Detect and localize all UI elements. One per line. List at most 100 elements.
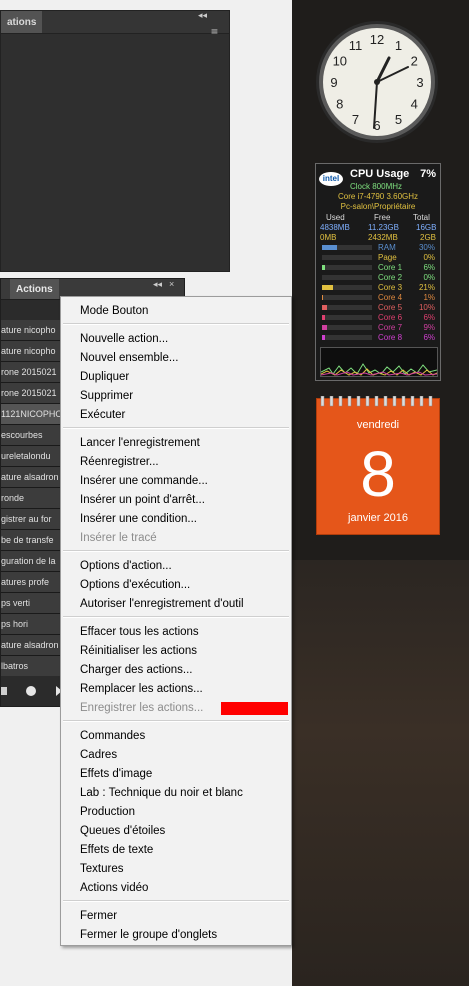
menu-item-lancer-enregistrement[interactable]: Lancer l'enregistrement <box>80 435 200 451</box>
actions-list-item[interactable]: ps verti <box>1 593 61 614</box>
meter-label: Core 1 <box>378 263 403 272</box>
actions-list-item[interactable]: lbatros <box>1 656 61 677</box>
meter-bar <box>322 265 372 270</box>
menu-item-supprimer[interactable]: Supprimer <box>80 388 133 404</box>
cpu-clock: Clock 800MHz <box>350 182 403 191</box>
collapse-icon[interactable]: ◂◂ <box>198 10 207 21</box>
menu-item-enregistrer-actions: Enregistrer les actions... <box>80 702 204 714</box>
menu-separator <box>63 550 289 552</box>
menu-item-effacer-actions[interactable]: Effacer tous les actions <box>80 624 199 640</box>
menu-item-reinitialiser-actions[interactable]: Réinitialiser les actions <box>80 643 197 659</box>
meter-bar <box>322 325 372 330</box>
menu-item-commandes[interactable]: Commandes <box>80 728 145 744</box>
stop-icon[interactable] <box>1 687 7 695</box>
menu-item-charger-actions[interactable]: Charger des actions... <box>80 662 193 678</box>
menu-item-inserer-commande[interactable]: Insérer une commande... <box>80 473 208 489</box>
actions-list-item[interactable]: ature alsadron <box>1 635 61 656</box>
menu-item-queues-etoiles[interactable]: Queues d'étoiles <box>80 823 165 839</box>
collapse-icon[interactable]: ◂◂ <box>153 279 162 290</box>
menu-item-mode-bouton[interactable]: Mode Bouton <box>80 303 148 319</box>
actions-list-item[interactable]: be de transfe <box>1 530 61 551</box>
calendar-weekday: vendredi <box>356 419 400 431</box>
menu-item-lab-noir-blanc[interactable]: Lab : Technique du noir et blanc <box>80 785 243 801</box>
clock-number: 7 <box>352 112 359 127</box>
menu-item-options-action[interactable]: Options d'action... <box>80 558 172 574</box>
actions-list-item[interactable]: gistrer au for <box>1 509 61 530</box>
page-free: 2432MB <box>368 233 398 242</box>
total-header: Total <box>413 213 430 222</box>
actions-list-item[interactable]: guration de la <box>1 551 61 572</box>
ram-line: 4838MB 11.23GB 16GB <box>316 223 440 233</box>
meter-fill <box>322 315 325 320</box>
meter-bar <box>322 335 372 340</box>
actions-list-item[interactable]: ureletalondu <box>1 446 61 467</box>
menu-item-cadres[interactable]: Cadres <box>80 747 117 763</box>
tab-actions[interactable]: Actions <box>10 279 59 299</box>
meter-label: Core 4 <box>378 293 403 302</box>
actions-list-item[interactable]: ature alsadron <box>1 467 61 488</box>
meter-bar <box>322 245 372 250</box>
meter-fill <box>322 335 325 340</box>
clock-number: 3 <box>416 75 423 90</box>
menu-item-effets-image[interactable]: Effets d'image <box>80 766 152 782</box>
menu-separator <box>63 427 289 429</box>
meter-label: Core 2 <box>378 273 403 282</box>
cpu-processor: Core i7-4790 3.60GHz <box>337 192 419 201</box>
cpu-graph-lines <box>320 363 438 376</box>
actions-list-item[interactable]: ature nicopho <box>1 341 61 362</box>
cpu-usage-gadget[interactable]: intel CPU Usage 7% Clock 800MHz Core i7-… <box>315 163 441 381</box>
menu-item-remplacer-actions[interactable]: Remplacer les actions... <box>80 681 203 697</box>
meter-fill <box>322 295 323 300</box>
meter-bar <box>322 315 372 320</box>
actions-list-item[interactable]: 1121NICOPHO <box>1 404 61 425</box>
menu-item-executer[interactable]: Exécuter <box>80 407 125 423</box>
clock-number: 12 <box>370 32 384 47</box>
clock-number: 11 <box>349 38 363 53</box>
actions-list-item[interactable]: escourbes <box>1 425 61 446</box>
menu-item-textures[interactable]: Textures <box>80 861 123 877</box>
clock-number: 8 <box>336 97 343 112</box>
menu-item-autoriser-enregistrement-outil[interactable]: Autoriser l'enregistrement d'outil <box>80 596 244 612</box>
menu-item-dupliquer[interactable]: Dupliquer <box>80 369 129 385</box>
clock-number: 1 <box>395 38 402 53</box>
menu-item-effets-texte[interactable]: Effets de texte <box>80 842 153 858</box>
meter-label: Core 8 <box>378 333 403 342</box>
menu-item-nouvelle-action[interactable]: Nouvelle action... <box>80 331 168 347</box>
calendar-rings <box>320 396 433 407</box>
meter-fill <box>322 265 325 270</box>
calendar-gadget[interactable]: vendredi 8 janvier 2016 <box>316 396 440 535</box>
record-icon[interactable] <box>26 686 36 696</box>
meter-label: Core 7 <box>378 323 403 332</box>
menu-item-inserer-condition[interactable]: Insérer une condition... <box>80 511 197 527</box>
ps-top-panel-body <box>1 34 229 271</box>
menu-item-fermer-groupe-onglets[interactable]: Fermer le groupe d'onglets <box>80 927 217 943</box>
actions-list-item[interactable]: atures profe <box>1 572 61 593</box>
used-header: Used <box>326 213 345 222</box>
actions-context-menu: Mode Bouton Nouvelle action... Nouvel en… <box>60 296 292 946</box>
close-panel-icon[interactable]: × <box>169 279 174 289</box>
page-total: 2GB <box>420 233 437 242</box>
calendar-day-number: 8 <box>360 438 396 510</box>
actions-list-item[interactable]: ature nicopho <box>1 320 61 341</box>
actions-list-item[interactable]: ps hori <box>1 614 61 635</box>
ram-used: 4838MB <box>320 223 350 232</box>
meter-value: 1% <box>423 293 435 302</box>
meter-value: 9% <box>423 323 435 332</box>
menu-item-actions-video[interactable]: Actions vidéo <box>80 880 148 896</box>
page-line: 0MB 2432MB 2GB <box>316 233 440 243</box>
menu-item-inserer-point-arret[interactable]: Insérer un point d'arrêt... <box>80 492 205 508</box>
tab-annotations[interactable]: ations <box>1 11 43 33</box>
menu-separator <box>63 323 289 325</box>
actions-list-item[interactable]: rone 2015021 <box>1 383 61 404</box>
menu-item-options-execution[interactable]: Options d'exécution... <box>80 577 190 593</box>
actions-list-item[interactable]: ronde <box>1 488 61 509</box>
clock-gadget[interactable]: 12 1 2 3 4 5 6 7 8 9 10 11 <box>315 20 439 144</box>
menu-item-fermer[interactable]: Fermer <box>80 908 117 924</box>
meter-value: 6% <box>423 333 435 342</box>
menu-separator <box>63 616 289 618</box>
actions-list-item[interactable]: rone 2015021 <box>1 362 61 383</box>
menu-item-reenregistrer[interactable]: Réenregistrer... <box>80 454 159 470</box>
menu-item-production[interactable]: Production <box>80 804 135 820</box>
desktop-wallpaper-area <box>292 560 469 986</box>
menu-item-nouvel-ensemble[interactable]: Nouvel ensemble... <box>80 350 178 366</box>
